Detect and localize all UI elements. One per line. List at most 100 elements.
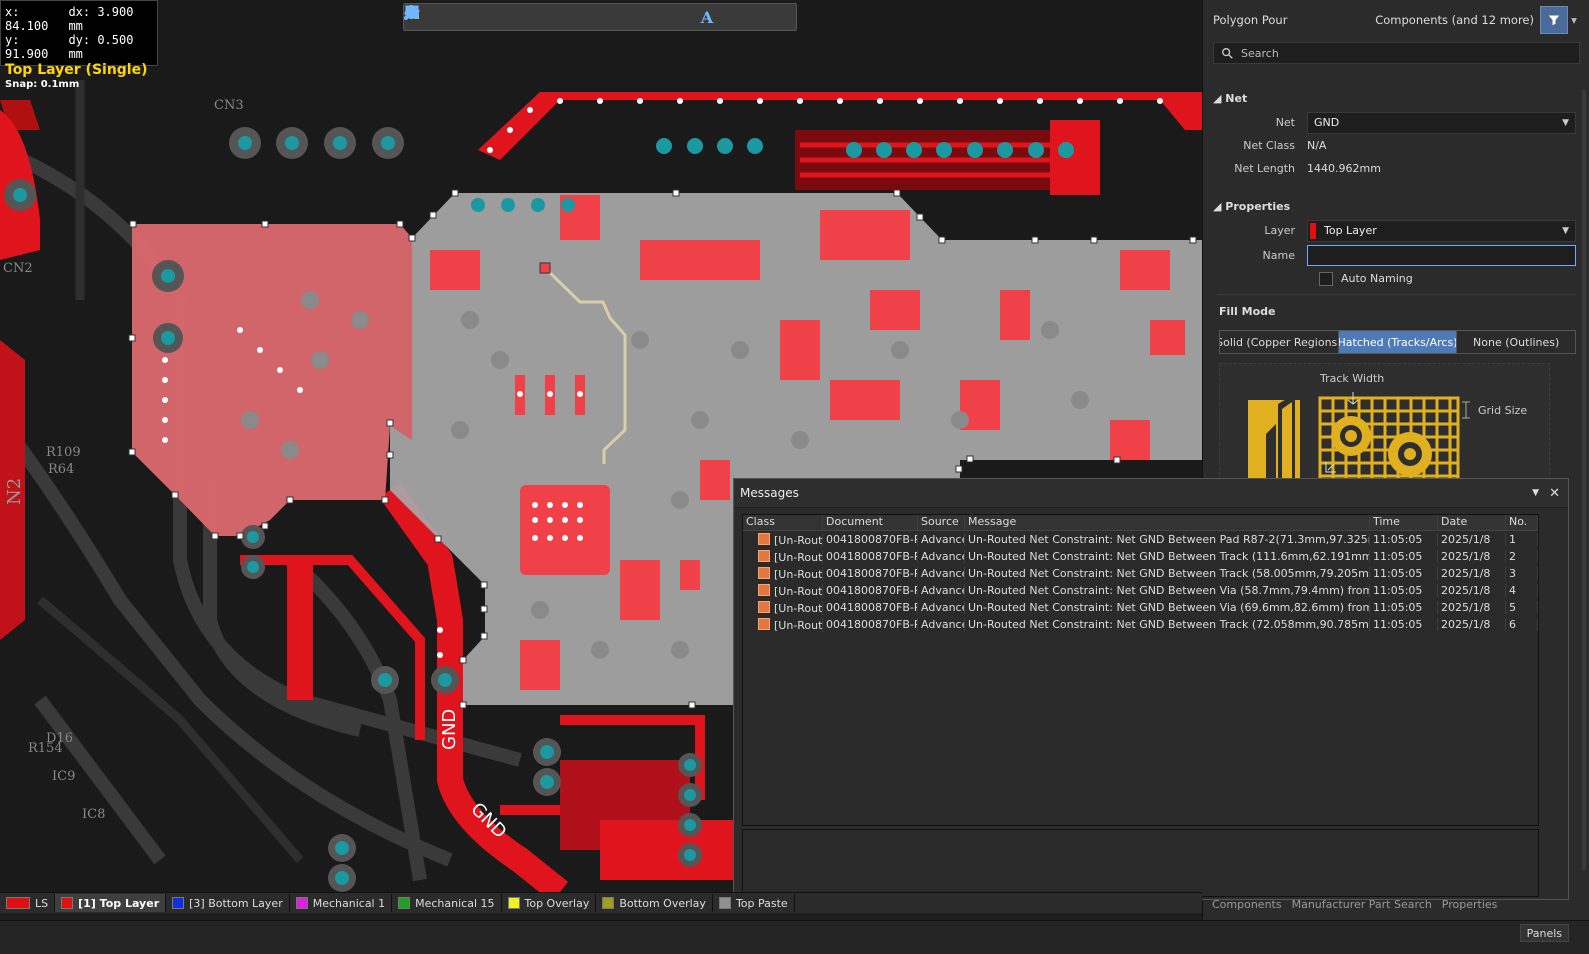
tab-properties[interactable]: Properties — [1442, 898, 1498, 911]
layer-tab[interactable]: Mechanical 15 — [392, 894, 502, 912]
messages-grid: Class Document Source Message Time Date … — [742, 514, 1539, 826]
message-cell-source: Advanced — [918, 584, 965, 597]
message-cell-no: 5 — [1506, 601, 1538, 614]
message-cell-message: Un-Routed Net Constraint: Net GND Betwee… — [965, 533, 1370, 546]
col-time[interactable]: Time — [1370, 515, 1438, 530]
diff-pair-icon[interactable] — [404, 6, 598, 28]
fill-icon[interactable] — [406, 6, 646, 28]
layer-tab[interactable]: [3] Bottom Layer — [166, 894, 290, 912]
net-select[interactable]: GND ▼ — [1307, 111, 1576, 134]
layer-tab[interactable]: Mechanical 1 — [290, 894, 393, 912]
silk-cn2: CN2 — [3, 261, 33, 276]
filter-icon — [1548, 15, 1560, 26]
message-cell-message: Un-Routed Net Constraint: Net GND Betwee… — [965, 601, 1370, 614]
col-no[interactable]: No. — [1506, 515, 1538, 530]
col-class[interactable]: Class — [743, 515, 823, 530]
message-cell-date: 2025/1/8 — [1438, 550, 1506, 563]
message-cell-class: [Un-Routed — [743, 566, 823, 581]
message-row[interactable]: [Un-Routed0041800870FB-PCB Advanced Un-Rou… — [743, 548, 1538, 565]
message-row[interactable]: [Un-Routed0041800870FB-PCB Advanced Un-Rou… — [743, 616, 1538, 633]
message-cell-time: 11:05:05 — [1370, 618, 1438, 631]
auto-naming-checkbox[interactable] — [1319, 271, 1333, 286]
message-cell-message: Un-Routed Net Constraint: Net GND Betwee… — [965, 550, 1370, 563]
text-icon[interactable]: A — [696, 6, 718, 28]
message-text: Un-Routed Net Constraint: Net GND Betwee… — [968, 601, 1369, 614]
tab-manufacturer-part-search[interactable]: Manufacturer Part Search — [1292, 898, 1432, 911]
message-text: Advanced — [921, 618, 964, 631]
close-icon[interactable]: ✕ — [1549, 486, 1560, 501]
fill-mode-hatched[interactable]: Hatched (Tracks/Arcs) — [1338, 331, 1458, 353]
message-cell-time: 11:05:05 — [1370, 601, 1438, 614]
layer-tab[interactable]: LS — [0, 894, 56, 912]
name-input[interactable] — [1307, 245, 1576, 266]
hatch-preview: Track Width Grid Size — [1219, 363, 1550, 480]
route-icon[interactable] — [404, 6, 454, 28]
net-label: Net — [1275, 116, 1295, 129]
violation-icon — [758, 566, 770, 579]
col-message[interactable]: Message — [965, 515, 1370, 530]
message-cell-class: [Un-Routed — [743, 583, 823, 598]
layer-tab-label: Top Paste — [735, 896, 788, 910]
message-cell-class: [Un-Routed — [743, 617, 823, 632]
layer-tab[interactable]: Top Overlay — [502, 894, 597, 912]
select-rect-icon[interactable] — [405, 5, 502, 28]
component-icon[interactable] — [407, 6, 550, 28]
hud-dx: dx: 3.900 mm — [68, 5, 134, 33]
message-row[interactable]: [Un-Routed0041800870FB-PCB Advanced Un-Rou… — [743, 565, 1538, 582]
active-bar: A — [403, 3, 797, 31]
hud-current-layer: Top Layer (Single) — [5, 62, 148, 78]
panel-filter-button[interactable] — [1540, 6, 1568, 34]
message-row[interactable]: [Un-Routed0041800870FB-PCB Advanced Un-Rou… — [743, 582, 1538, 599]
status-bar: Panels — [0, 920, 1589, 954]
message-row[interactable]: [Un-Routed0041800870FB-PCB Advanced Un-Rou… — [743, 599, 1538, 616]
panel-search-input[interactable]: Search — [1213, 42, 1580, 64]
message-text: Advanced — [921, 550, 964, 563]
message-cell-time: 11:05:05 — [1370, 567, 1438, 580]
message-text: 1 — [1509, 533, 1516, 546]
layer-tab[interactable]: Bottom Overlay — [596, 894, 713, 912]
messages-titlebar[interactable]: Messages ▼ ✕ — [734, 479, 1568, 508]
align-icon[interactable] — [405, 6, 526, 28]
layer-tab[interactable]: Top Paste — [713, 894, 795, 912]
net-section-title: Net — [1225, 92, 1248, 105]
col-date[interactable]: Date — [1438, 515, 1506, 530]
message-detail-pane — [742, 829, 1539, 897]
panels-button[interactable]: Panels — [1519, 924, 1569, 942]
via-icon[interactable] — [406, 5, 622, 28]
col-document[interactable]: Document — [823, 515, 918, 530]
crosshair-icon[interactable] — [405, 5, 478, 28]
message-text: 2025/1/8 — [1441, 601, 1491, 614]
panel-scrollbar[interactable] — [1582, 90, 1586, 870]
message-text: [Un-Routed — [774, 618, 823, 632]
search-icon — [1222, 47, 1233, 59]
layer-tab[interactable]: [1] Top Layer — [55, 894, 167, 912]
message-cell-date: 2025/1/8 — [1438, 584, 1506, 597]
message-text: 6 — [1509, 618, 1516, 631]
message-row[interactable]: [Un-Routed0041800870FB-PCB Advanced Un-Rou… — [743, 531, 1538, 548]
message-text: Advanced — [921, 584, 964, 597]
fill-mode-solid[interactable]: Solid (Copper Regions) — [1220, 331, 1339, 353]
layer-color-swatch — [602, 897, 615, 909]
dimension-icon[interactable] — [405, 5, 694, 28]
chevron-down-icon: ▼ — [1562, 225, 1569, 236]
violation-icon — [758, 617, 770, 630]
net-section-header[interactable]: ◢ Net — [1203, 86, 1589, 111]
interactive-route-icon[interactable] — [404, 5, 574, 28]
properties-section-title: Properties — [1225, 200, 1291, 213]
col-source[interactable]: Source — [918, 515, 965, 530]
properties-section-header[interactable]: ◢ Properties — [1203, 194, 1589, 219]
message-text: [Un-Routed — [774, 533, 823, 547]
chevron-down-icon[interactable]: ▼ — [1532, 488, 1539, 498]
message-text: 5 — [1509, 601, 1516, 614]
netlength-label: Net Length — [1234, 162, 1295, 175]
message-cell-class: [Un-Routed — [743, 549, 823, 564]
silk-ic8: IC8 — [82, 807, 105, 822]
message-text: 11:05:05 — [1373, 584, 1423, 597]
layer-select[interactable]: Top Layer ▼ — [1307, 219, 1576, 242]
line-icon[interactable] — [405, 5, 742, 28]
tab-components[interactable]: Components — [1212, 898, 1282, 911]
fill-mode-none[interactable]: None (Outlines) — [1457, 331, 1575, 353]
polygon-icon[interactable] — [405, 5, 670, 28]
filter-scope-label[interactable]: Components (and 12 more) — [1375, 13, 1534, 27]
chevron-down-icon[interactable]: ▾ — [1568, 13, 1580, 27]
